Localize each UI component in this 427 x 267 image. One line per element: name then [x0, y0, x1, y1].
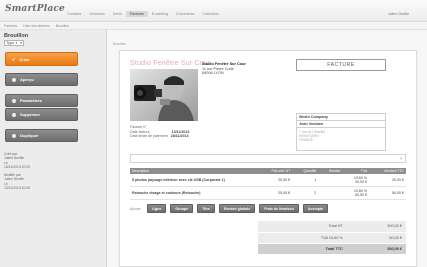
params-button-label: Paramètres [20, 98, 42, 103]
sidebar: Brouillon Type 1 ▾ ✔ Créer Aperçu Paramè… [0, 30, 107, 267]
breadcrumb-list[interactable]: Liste des factures [23, 24, 50, 28]
sidebar-title: Brouillon [4, 33, 29, 39]
duplicate-button[interactable]: Dupliquer [5, 129, 78, 142]
invoice-document: Studio Fenêtre Sur Cour Studio Fenêtre S… [119, 50, 417, 267]
add-line-button[interactable]: Ligne [146, 204, 167, 213]
copy-icon [12, 133, 16, 138]
add-shipping-button[interactable]: Frais de livraison [259, 204, 299, 213]
nav-contacts[interactable]: Contacts [63, 11, 85, 17]
gear-icon [12, 98, 16, 103]
add-group-button[interactable]: Groupe [170, 204, 194, 213]
main-content: Brouillon Studio Fenêtre Sur Cour Studio… [107, 30, 427, 267]
preview-button[interactable]: Aperçu [5, 73, 78, 86]
nav-devis[interactable]: Devis [109, 11, 126, 17]
breadcrumb-factures[interactable]: Factures [4, 24, 17, 28]
add-title-button[interactable]: Titre [197, 204, 215, 213]
totals-table: Total HT 300,00 € TVA 19,60 % 50,00 € To… [258, 221, 406, 255]
total-ht-row: Total HT 300,00 € [258, 221, 406, 233]
client-address: 7 rue de l'Oisellet 69000 SAINT FRANCE [296, 127, 386, 151]
photographer-image [130, 69, 198, 121]
tva-row: TVA 19,60 % 50,00 € [258, 232, 406, 244]
add-global-discount-button[interactable]: Remise globale [218, 204, 256, 213]
app-logo[interactable]: SmartPlace [5, 4, 65, 14]
params-button[interactable]: Paramètres [5, 94, 78, 107]
breadcrumb-brouillon[interactable]: Brouillon [56, 24, 69, 28]
add-toolbar: Ajouter Ligne Groupe Titre Remise global… [130, 204, 329, 213]
main-nav: Contacts Véhicules Devis Factures E-cate… [63, 11, 223, 17]
chevron-down-icon: ▾ [20, 41, 22, 45]
client-name: Jean Veubien [296, 120, 386, 127]
due-date[interactable]: 28/11/2013 [171, 134, 189, 139]
type-select-value: Type 1 [6, 41, 18, 45]
breadcrumb: Factures Liste des factures Brouillon [0, 22, 427, 30]
top-bar: SmartPlace Contacts Véhicules Devis Fact… [0, 0, 427, 22]
nav-calendrier[interactable]: Calendrier [198, 11, 223, 17]
client-block[interactable]: World Company Jean Veubien 7 rue de l'Oi… [296, 113, 386, 151]
trash-icon [12, 112, 16, 117]
table-row[interactable]: 5 photos paysage intérieur avec clé USB … [130, 174, 406, 187]
content-label: Brouillon [113, 42, 127, 46]
nav-vehicules[interactable]: Véhicules [85, 11, 109, 17]
brand-title: Studio Fenêtre Sur Cour [130, 60, 211, 67]
nav-factures[interactable]: Factures [125, 11, 148, 17]
create-button[interactable]: ✔ Créer [5, 52, 78, 66]
delete-button[interactable]: Supprimer [5, 108, 78, 121]
document-title: FACTURE [296, 59, 386, 71]
total-ttc-row: Total TTC 350,00 € [258, 243, 406, 255]
delete-button-label: Supprimer [20, 112, 41, 117]
company-block: Studio Fenêtre Sur Cour 11 rue Pierre Cu… [202, 62, 246, 76]
company-name: Studio Fenêtre Sur Cour [202, 62, 246, 66]
company-address-2: 69006 LYON [202, 71, 224, 76]
add-deposit-button[interactable]: Acompte [302, 204, 329, 213]
add-label: Ajouter [130, 206, 141, 211]
check-icon: ✔ [12, 56, 16, 62]
created-meta: Créé par Julien Deville Le 13/11/2013 10… [4, 152, 31, 170]
table-row[interactable]: Retouche visage et couleurs (Retouche) 2… [130, 186, 406, 200]
company-photo [130, 69, 198, 121]
notes-field[interactable]: ✎ [130, 154, 406, 163]
invoice-info: Facture n° Date facture 13/11/2013 Date l… [130, 125, 190, 139]
invoice-lines-table: Description Prix unit. HT Quantité Remis… [130, 168, 406, 200]
create-button-label: Créer [19, 56, 30, 62]
preview-button-label: Aperçu [20, 77, 34, 82]
duplicate-button-label: Dupliquer [20, 133, 39, 138]
client-company: World Company [296, 113, 386, 120]
edit-icon: ✎ [399, 156, 403, 161]
nav-ecatering[interactable]: E-catering [148, 11, 172, 17]
eye-icon [12, 77, 16, 82]
modified-meta: Modifié par Julien Deville Le 13/11/2013… [4, 173, 31, 191]
user-name[interactable]: Julien Deville [388, 12, 409, 16]
nav-documents[interactable]: Documents [172, 11, 198, 17]
type-select[interactable]: Type 1 ▾ [4, 40, 24, 46]
